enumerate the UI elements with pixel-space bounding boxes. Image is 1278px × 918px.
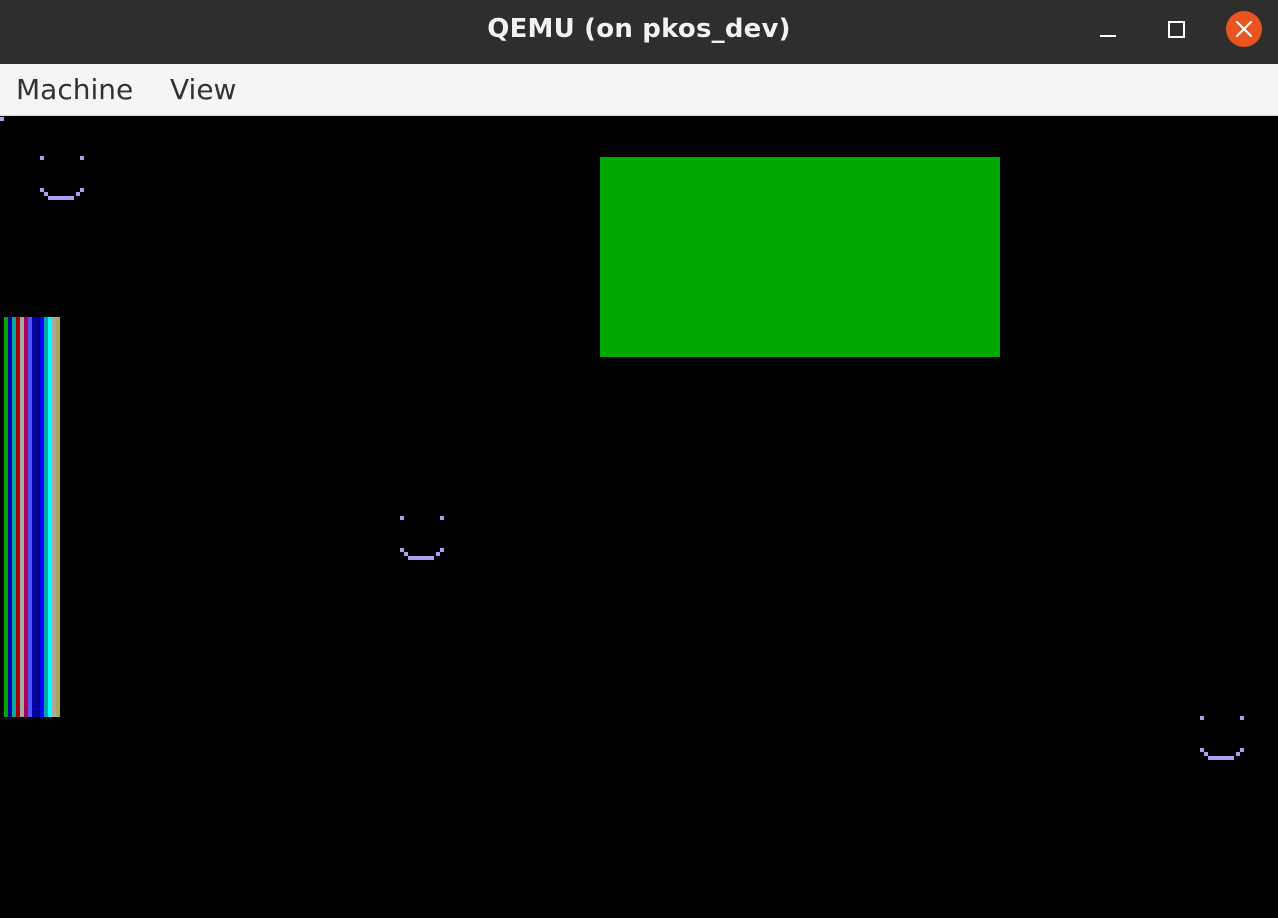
green-rectangle [600,157,1000,357]
guest-display[interactable] [0,117,1278,918]
smiley-sprite-1 [40,156,84,200]
close-icon [1226,11,1262,47]
color-stripes [4,317,60,717]
menu-bar: Machine View [0,64,1278,116]
maximize-icon [1167,20,1185,38]
close-button[interactable] [1226,11,1262,47]
title-bar[interactable]: QEMU (on pkos_dev) [0,0,1278,64]
window-title: QEMU (on pkos_dev) [487,14,791,44]
qemu-window: QEMU (on pkos_dev) Machine View [0,0,1278,918]
menu-machine[interactable]: Machine [0,64,149,116]
menu-view[interactable]: View [154,64,252,116]
smiley-sprite-3 [1200,716,1244,760]
minimize-button[interactable] [1090,11,1126,47]
cursor-dot [0,117,4,121]
maximize-button[interactable] [1158,11,1194,47]
smiley-sprite-2 [400,516,444,560]
minimize-icon [1100,35,1116,37]
